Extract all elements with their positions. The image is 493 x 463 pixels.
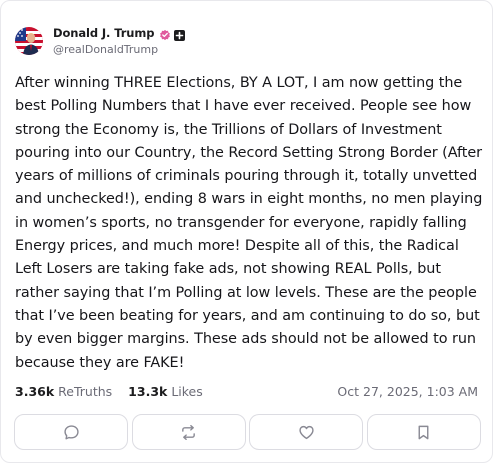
comment-icon <box>63 424 79 439</box>
verified-badge-icon <box>159 28 171 40</box>
flag-portrait-avatar-icon <box>15 26 43 55</box>
account-names: Donald J. Trump @realDonaldTrump <box>53 26 186 55</box>
post-card: Donald J. Trump @realDonaldTrump After w… <box>0 0 493 463</box>
post-stats: 3.36k ReTruths 13.3k Likes <box>15 384 203 399</box>
retruth-button[interactable] <box>131 414 246 450</box>
like-button[interactable] <box>249 414 364 450</box>
avatar[interactable] <box>15 26 43 55</box>
display-name-row: Donald J. Trump <box>53 26 186 41</box>
retruths-label[interactable]: ReTruths <box>58 384 112 399</box>
post-header: Donald J. Trump @realDonaldTrump <box>15 26 186 55</box>
heart-icon <box>299 425 314 439</box>
action-bar <box>14 414 481 450</box>
post-timestamp[interactable]: Oct 27, 2025, 1:03 AM <box>337 384 478 399</box>
repost-icon <box>182 424 196 440</box>
likes-label[interactable]: Likes <box>171 384 202 399</box>
retruths-count[interactable]: 3.36k <box>15 384 54 399</box>
reply-button[interactable] <box>14 414 128 450</box>
bookmark-button[interactable] <box>366 414 481 450</box>
display-name[interactable]: Donald J. Trump <box>53 27 154 40</box>
likes-count[interactable]: 13.3k <box>128 384 167 399</box>
bookmark-icon <box>419 425 429 439</box>
plus-badge-icon <box>174 28 186 41</box>
account-handle[interactable]: @realDonaldTrump <box>53 44 185 55</box>
post-text: After winning THREE Elections, BY A LOT,… <box>15 75 487 371</box>
